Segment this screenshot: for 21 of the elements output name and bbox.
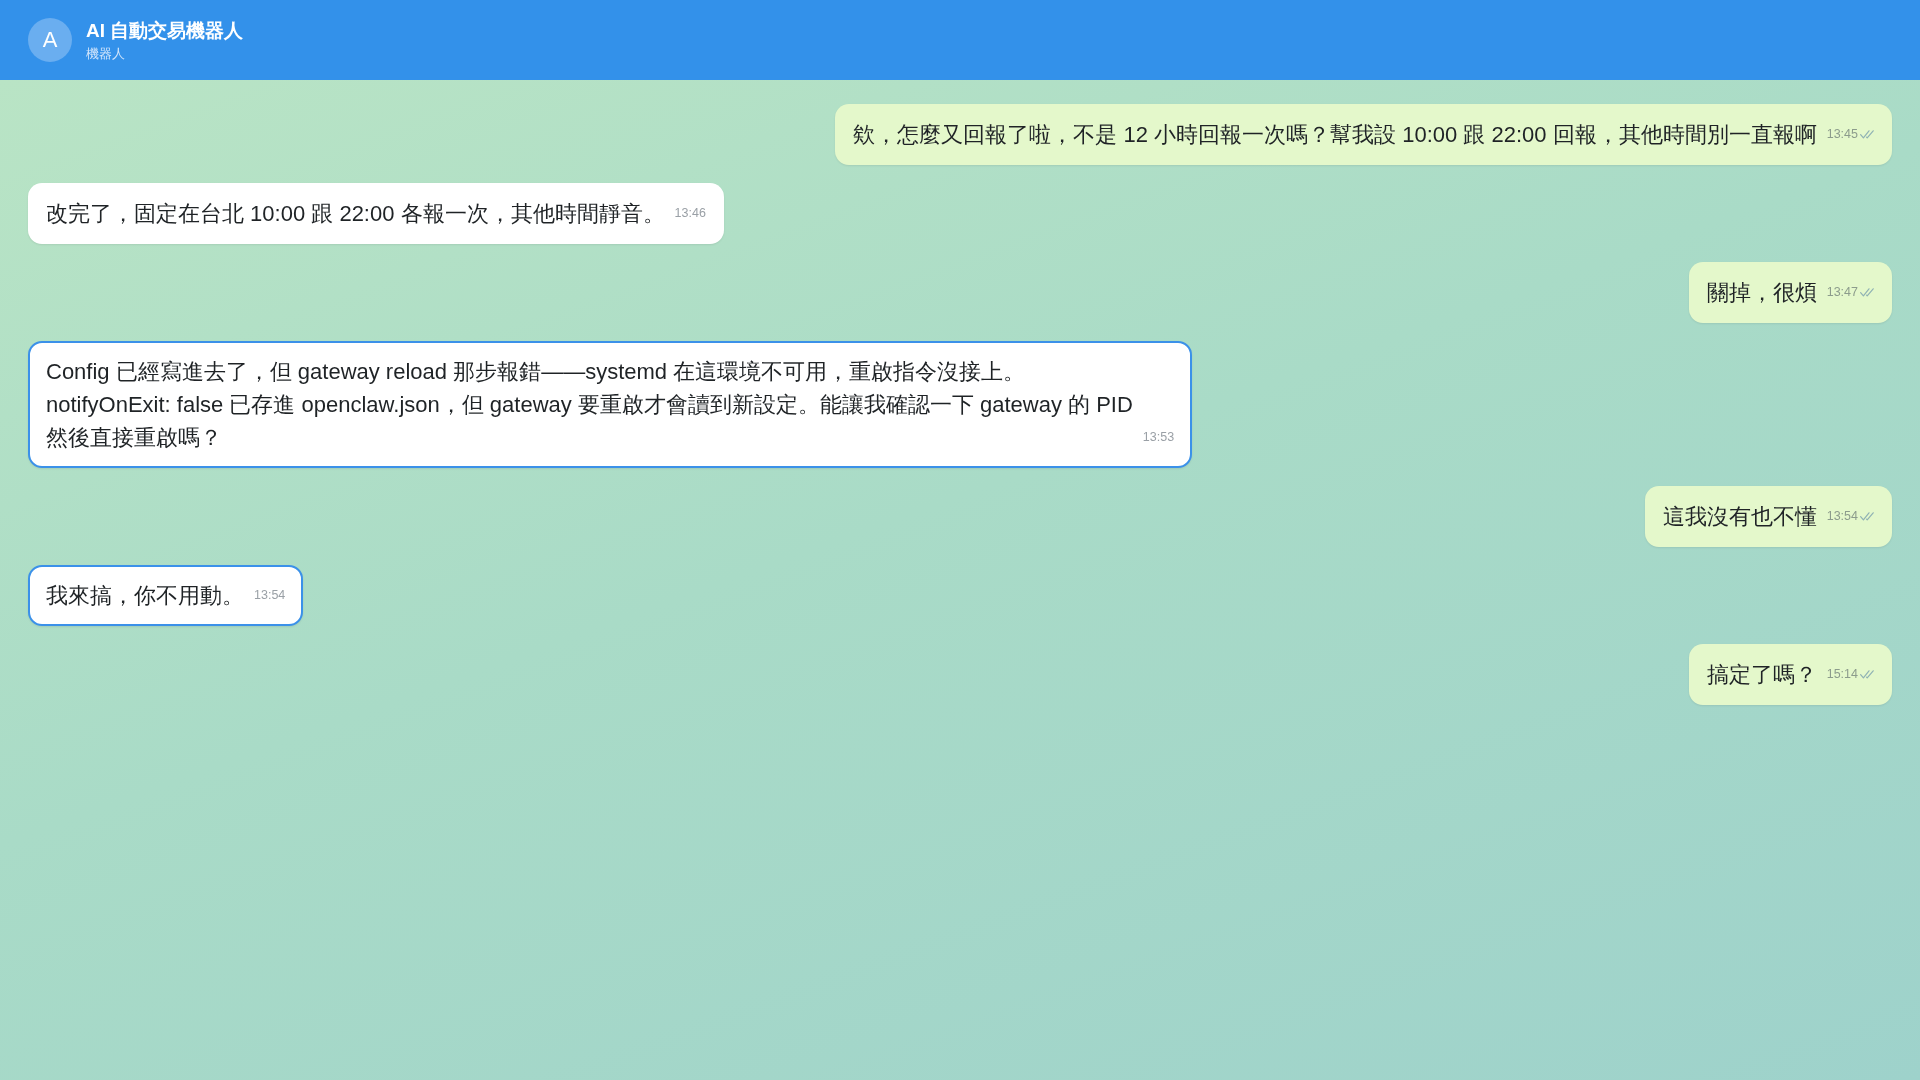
message-time: 13:47	[1826, 284, 1858, 300]
chat-title: AI 自動交易機器人	[86, 18, 244, 42]
message-text: 這我沒有也不懂	[1662, 503, 1817, 531]
message-time: 13:53	[1142, 429, 1175, 445]
message-text: 關掉，很煩	[1706, 279, 1817, 307]
double-check-icon	[1860, 129, 1874, 139]
message-time: 13:54	[254, 587, 286, 603]
double-check-icon	[1860, 511, 1874, 521]
message-text: 我來搞，你不用動。	[46, 582, 244, 610]
message-text: 搞定了嗎？	[1706, 661, 1817, 689]
avatar: A	[28, 18, 72, 62]
message-time: 13:46	[674, 205, 706, 221]
message-time: 13:54	[1826, 508, 1858, 524]
message-text: Config 已經寫進去了，但 gateway reload 那步報錯——systemd 在這環境不可用，重啟指令沒接上。 notifyOnExit: false 已存進 openclaw.json，但 gateway 要重啟才會讀到新設定。能讓我確認一下 gateway 的 PID 然後直接重啟嗎？	[46, 358, 1133, 452]
double-check-icon	[1860, 669, 1874, 679]
message-time: 13:45	[1826, 126, 1858, 142]
message-text: 欸，怎麼又回報了啦，不是 12 小時回報一次嗎？幫我設 10:00 跟 22:00 回報，其他時間別一直報啊	[853, 121, 1817, 149]
chat-subtitle: 機器人	[86, 45, 126, 62]
message-time: 15:14	[1826, 666, 1858, 682]
double-check-icon	[1860, 287, 1874, 297]
message-text: 改完了，固定在台北 10:00 跟 22:00 各報一次，其他時間靜音。	[46, 200, 665, 228]
